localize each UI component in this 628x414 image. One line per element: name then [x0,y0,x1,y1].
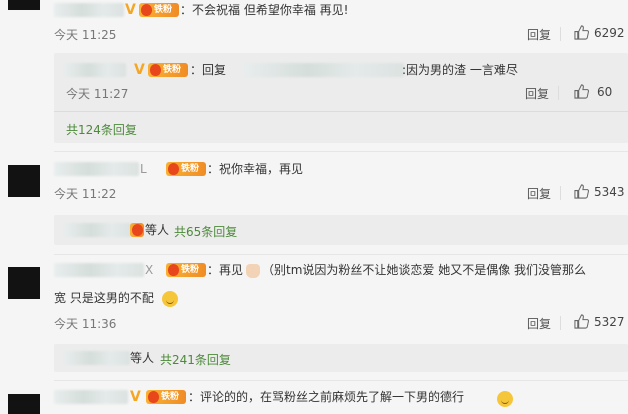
comment-time: 今天 11:36 [54,317,117,331]
reply-username-blurred[interactable] [64,63,126,77]
more-replies-link[interactable]: 共65条回复 [174,223,237,240]
replier-blurred[interactable] [64,223,132,237]
avatar[interactable] [8,394,40,414]
comment-text: ：祝你幸福，再见 [207,162,304,176]
like-count: 60 [597,85,613,99]
thumbs-up-icon[interactable] [574,84,589,99]
comment-time: 今天 11:25 [54,28,117,42]
like-count: 5343 [594,185,625,199]
fan-badge[interactable]: 铁粉 [148,63,188,77]
reply-button[interactable]: 回复 [527,185,551,202]
username-tail[interactable]: L [140,159,147,179]
username-blurred[interactable] [54,162,139,176]
smile-emoji-icon [497,391,513,407]
fan-badge-label: 铁粉 [181,164,200,174]
wave-hand-emoji-icon [246,264,260,278]
reply-button[interactable]: 回复 [525,85,549,102]
flame-icon [150,64,161,76]
fan-badge-label: 铁粉 [181,265,200,275]
divider [560,186,561,200]
fan-badge-label: 铁粉 [163,65,182,75]
comment-text: ：不会祝福 但希望你幸福 再见! [180,3,349,17]
reply-button[interactable]: 回复 [527,26,551,43]
divider [558,86,559,100]
reply-summary: 等人 共65条回复 [54,215,628,245]
verified-icon: V [130,389,141,405]
divider [560,27,561,41]
verified-icon: V [125,2,136,18]
like-count: 5327 [594,315,625,329]
fan-badge-label: 铁粉 [154,5,173,15]
reply-summary: 等人 共241条回复 [54,344,628,372]
fan-badge-small [130,223,144,237]
more-replies-link[interactable]: 共241条回复 [160,351,231,368]
flame-icon [148,391,159,403]
divider [560,316,561,330]
flame-icon [168,264,179,276]
fan-badge-label: 铁粉 [161,392,180,402]
comment-text: ：评论的的，在骂粉丝之前麻烦先了解一下男的德行 [188,390,465,404]
more-replies-link[interactable]: 共124条回复 [66,121,137,138]
fan-badge[interactable]: 铁粉 [166,263,206,277]
flame-icon [132,224,143,236]
reply-button[interactable]: 回复 [527,315,551,332]
comment-divider [54,151,628,152]
comment-text-b: （别tm说因为粉丝不让她谈恋爱 她又不是偶像 我们没管那么 [262,263,587,277]
like-count: 6292 [594,26,625,40]
more-prefix: 等人 [130,351,155,365]
reply-prefix: ：回复 [190,63,227,77]
thumbs-up-icon[interactable] [574,314,589,329]
reply-preview: V 铁粉 ：回复 :因为男的渣 一言难尽 今天 11:27 回复 60 共124… [54,53,628,143]
username-blurred[interactable] [54,3,124,17]
comment-text-line2: 宽 只是这男的不配 [54,291,154,305]
avatar[interactable] [8,267,40,299]
verified-icon: V [134,62,145,78]
comment-text-a: ：再见 [207,263,244,277]
reply-time: 今天 11:27 [66,87,129,101]
more-prefix: 等人 [145,223,170,237]
reply-text: :因为男的渣 一言难尽 [402,63,518,77]
thumbs-up-icon[interactable] [574,25,589,40]
avatar[interactable] [8,165,40,197]
fan-badge[interactable]: 铁粉 [139,3,179,17]
avatar[interactable] [8,0,40,10]
comment-divider [54,254,628,255]
divider-line [54,111,628,112]
fan-badge[interactable]: 铁粉 [166,162,206,176]
flame-icon [141,4,152,16]
flame-icon [168,163,179,175]
fan-badge[interactable]: 铁粉 [146,390,186,404]
username-blurred[interactable] [54,390,128,404]
thumbs-up-icon[interactable] [574,184,589,199]
comment-time: 今天 11:22 [54,187,117,201]
comment-divider [54,380,628,381]
replier-blurred[interactable] [64,351,130,365]
username-tail[interactable]: X [145,260,153,280]
reply-target-blurred[interactable] [244,63,404,77]
username-blurred[interactable] [54,263,144,277]
smile-emoji-icon [162,291,178,307]
